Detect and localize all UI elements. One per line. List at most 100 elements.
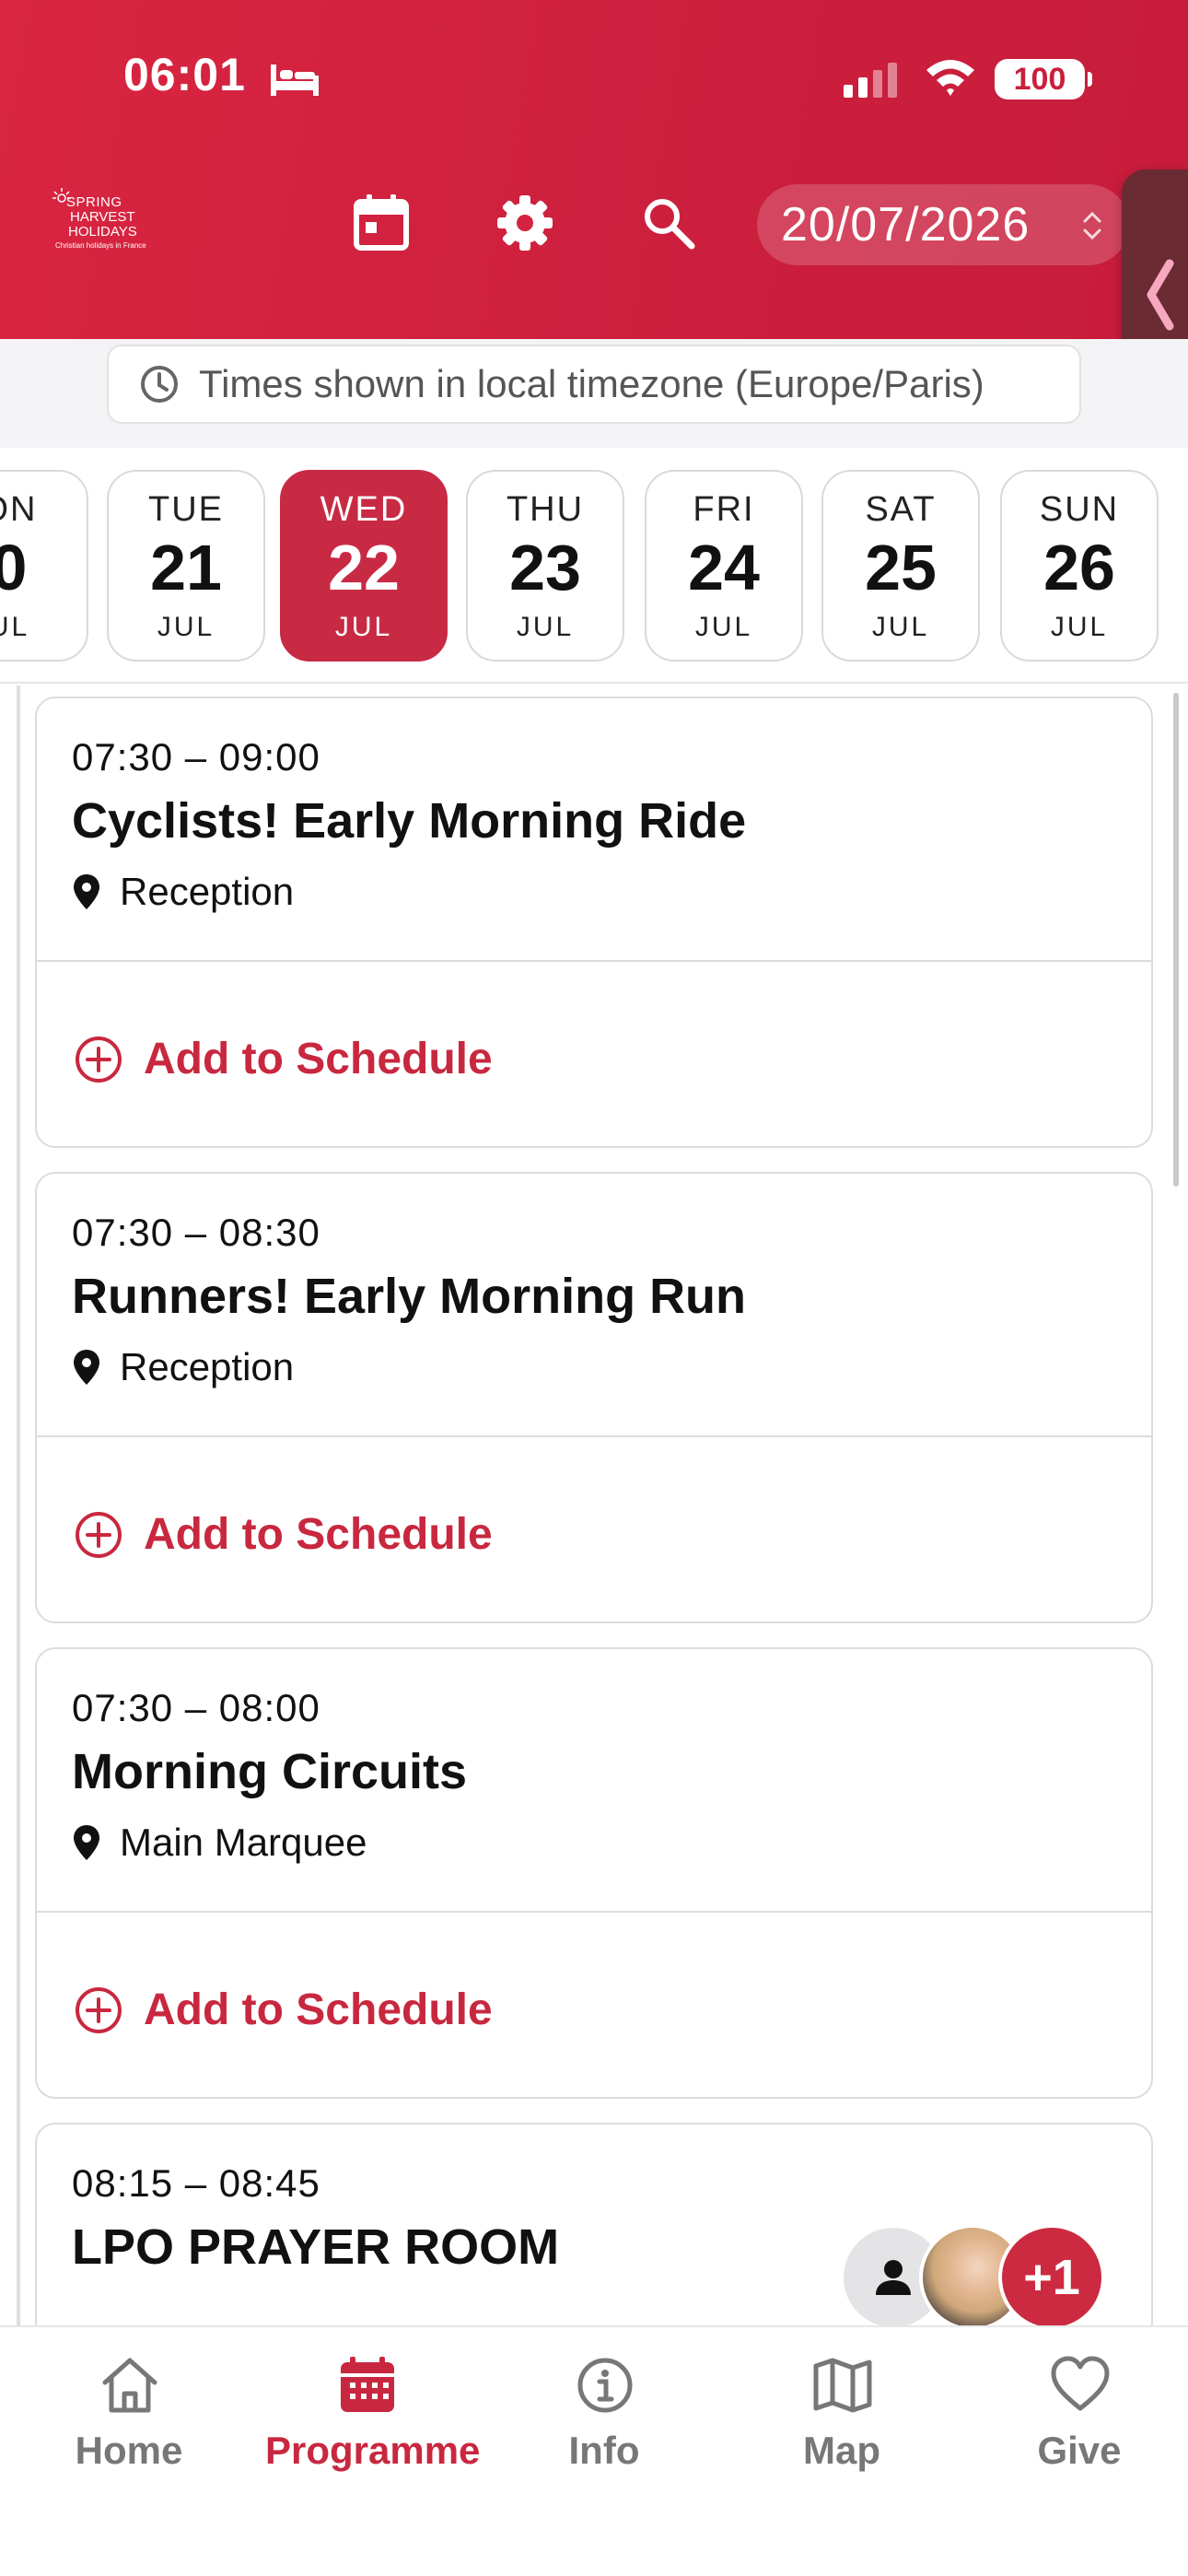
- day-of-week: FRI: [693, 490, 755, 529]
- day-month: JUL: [334, 612, 393, 642]
- location-pin-icon: [74, 1350, 99, 1385]
- event-location: Reception: [72, 870, 294, 914]
- day-month: UL: [0, 612, 30, 642]
- map-icon: [813, 2358, 872, 2413]
- nav-give[interactable]: Give: [978, 2355, 1181, 2475]
- day-pill[interactable]: SAT 25 JUL: [821, 470, 980, 662]
- day-of-week: WED: [320, 490, 408, 529]
- day-of-week: TUE: [148, 490, 224, 529]
- event-location: Reception: [72, 1345, 294, 1389]
- date-selector-value: 20/07/2026: [781, 198, 1031, 252]
- person-icon: [876, 2260, 911, 2295]
- search-button[interactable]: [635, 190, 702, 256]
- nav-programme[interactable]: Programme: [265, 2355, 481, 2475]
- sleep-focus-icon: [271, 64, 319, 96]
- event-card[interactable]: 07:30 – 08:00 Morning Circuits Main Marq…: [35, 1647, 1153, 2099]
- add-to-schedule-button[interactable]: Add to Schedule: [74, 1034, 493, 1084]
- card-divider: [37, 960, 1151, 962]
- day-number: 24: [688, 532, 760, 603]
- day-pill[interactable]: FRI 24 JUL: [645, 470, 803, 662]
- location-pin-icon: [74, 874, 99, 909]
- event-card[interactable]: 07:30 – 08:30 Runners! Early Morning Run…: [35, 1172, 1153, 1623]
- nav-map-label: Map: [803, 2429, 880, 2472]
- event-location-text: Reception: [120, 1345, 295, 1388]
- nav-home[interactable]: Home: [28, 2355, 230, 2475]
- nav-info-label: Info: [568, 2429, 640, 2472]
- event-time: 08:15 – 08:45: [72, 2161, 320, 2205]
- day-pill[interactable]: ON 0 UL: [0, 470, 88, 662]
- calendar-button[interactable]: [348, 190, 414, 256]
- add-to-schedule-button[interactable]: Add to Schedule: [74, 1985, 493, 2035]
- day-pill[interactable]: SUN 26 JUL: [1000, 470, 1159, 662]
- location-pin-icon: [74, 1825, 99, 1860]
- day-number: 26: [1043, 532, 1115, 603]
- day-of-week: SUN: [1039, 490, 1120, 529]
- day-pill[interactable]: TUE 21 JUL: [107, 470, 265, 662]
- day-of-week: ON: [0, 490, 38, 529]
- add-to-schedule-label: Add to Schedule: [144, 1510, 493, 1559]
- chevron-up-down-icon: [1083, 211, 1101, 240]
- event-location-text: Reception: [120, 870, 295, 913]
- timeline-rail: [17, 685, 20, 2325]
- day-number: 25: [865, 532, 937, 603]
- day-month: JUL: [157, 612, 215, 642]
- day-of-week: THU: [506, 490, 585, 529]
- event-title: LPO PRAYER ROOM: [72, 2219, 560, 2275]
- app-screen: { "status_bar": { "time": "06:01", "batt…: [0, 0, 1188, 2576]
- event-card[interactable]: 07:30 – 09:00 Cyclists! Early Morning Ri…: [35, 697, 1153, 1148]
- day-pill[interactable]: THU 23 JUL: [466, 470, 624, 662]
- timezone-notice: Times shown in local timezone (Europe/Pa…: [107, 345, 1081, 424]
- day-month: JUL: [1050, 612, 1109, 642]
- card-divider: [37, 1911, 1151, 1913]
- event-location-text: Main Marquee: [120, 1821, 367, 1864]
- spring-harvest-logo[interactable]: SPRING HARVEST HOLIDAYS Christian holida…: [48, 179, 157, 262]
- event-title: Morning Circuits: [72, 1744, 467, 1799]
- day-month: JUL: [516, 612, 575, 642]
- card-divider: [37, 1435, 1151, 1437]
- day-of-week: SAT: [865, 490, 937, 529]
- event-time: 07:30 – 08:00: [72, 1686, 320, 1729]
- nav-give-label: Give: [1037, 2429, 1122, 2472]
- logo-line-1: SPRING: [66, 194, 122, 210]
- day-month: JUL: [694, 612, 753, 642]
- plus-circle-icon: [76, 1036, 122, 1083]
- nav-info[interactable]: Info: [503, 2355, 705, 2475]
- status-time: 06:01: [123, 49, 246, 100]
- logo-line-2: HARVEST: [70, 209, 135, 225]
- plus-circle-icon: [76, 1986, 122, 2033]
- calendar-icon: [354, 194, 409, 251]
- event-location: Main Marquee: [72, 1821, 367, 1865]
- day-number: 22: [328, 532, 400, 603]
- nav-map[interactable]: Map: [740, 2355, 943, 2475]
- day-pill-selected[interactable]: WED 22 JUL: [280, 470, 448, 662]
- avatar-more-count: +1: [998, 2224, 1105, 2331]
- gear-icon: [497, 195, 553, 251]
- cellular-signal-icon: [844, 63, 897, 98]
- timezone-text: Times shown in local timezone (Europe/Pa…: [199, 362, 984, 405]
- clock-icon: [141, 366, 178, 403]
- event-title: Cyclists! Early Morning Ride: [72, 793, 747, 849]
- day-number: 0: [0, 532, 28, 603]
- calendar-icon: [341, 2357, 394, 2412]
- event-time: 07:30 – 08:30: [72, 1211, 320, 1254]
- info-icon: [577, 2358, 633, 2413]
- day-number: 21: [150, 532, 222, 603]
- scrollbar[interactable]: [1173, 693, 1179, 1187]
- heart-icon: [1051, 2356, 1110, 2411]
- battery-indicator: 100: [995, 59, 1092, 100]
- plus-circle-icon: [76, 1511, 122, 1558]
- search-icon: [645, 199, 695, 250]
- logo-line-3: HOLIDAYS: [68, 224, 137, 240]
- add-to-schedule-button[interactable]: Add to Schedule: [74, 1509, 493, 1560]
- add-to-schedule-label: Add to Schedule: [144, 1035, 493, 1083]
- event-time: 07:30 – 09:00: [72, 735, 320, 779]
- home-icon: [102, 2358, 157, 2413]
- event-title: Runners! Early Morning Run: [72, 1269, 747, 1324]
- nav-programme-label: Programme: [265, 2429, 481, 2472]
- settings-button[interactable]: [492, 190, 558, 256]
- chevron-left-icon: [1147, 259, 1174, 331]
- date-selector[interactable]: 20/07/2026: [757, 184, 1129, 265]
- attendee-avatars[interactable]: +1: [840, 2224, 1116, 2335]
- add-to-schedule-label: Add to Schedule: [144, 1985, 493, 2034]
- day-month: JUL: [871, 612, 930, 642]
